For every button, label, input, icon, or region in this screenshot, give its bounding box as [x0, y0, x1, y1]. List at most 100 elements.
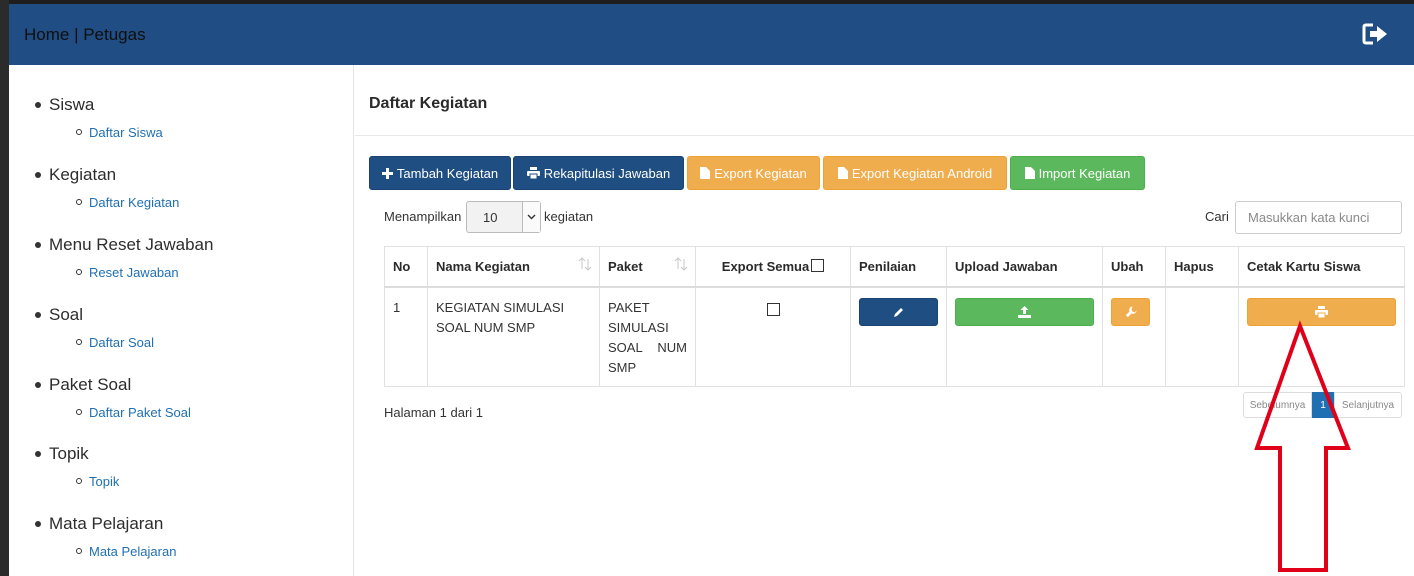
recap-answers-button[interactable]: Rekapitulasi Jawaban: [513, 156, 684, 190]
cell-cetak: [1238, 286, 1405, 387]
add-kegiatan-button[interactable]: Tambah Kegiatan: [369, 156, 511, 190]
column-header[interactable]: Nama Kegiatan: [427, 246, 600, 288]
sub-bullet: [76, 548, 82, 554]
bullet: [35, 521, 41, 527]
sidebar-group-reset-jawaban: Menu Reset Jawaban Reset Jawaban: [35, 234, 213, 280]
pencil-icon: [893, 307, 903, 317]
divider: [355, 135, 1414, 136]
file-icon: [700, 167, 711, 179]
sub-bullet: [76, 409, 82, 415]
main-content: Daftar Kegiatan Tambah Kegiatan Rekapitu…: [355, 65, 1414, 576]
sidebar-heading: Topik: [49, 444, 89, 463]
cell-penilaian: [850, 286, 947, 387]
sidebar-link-topik[interactable]: Topik: [89, 474, 119, 489]
bullet: [35, 382, 41, 388]
sub-bullet: [76, 269, 82, 275]
file-icon: [1024, 167, 1035, 179]
penilaian-button[interactable]: [859, 297, 938, 326]
pagination-page-1[interactable]: 1: [1312, 392, 1334, 418]
sidebar-group-topik: Topik Topik: [35, 443, 119, 489]
sign-out-icon[interactable]: [1362, 22, 1390, 46]
button-label: Tambah Kegiatan: [396, 165, 499, 181]
bullet: [35, 102, 41, 108]
cell-no: 1: [384, 286, 428, 387]
cell-export: [695, 286, 851, 387]
import-kegiatan-button[interactable]: Import Kegiatan: [1010, 156, 1145, 190]
search-label: Cari: [1205, 209, 1229, 224]
button-label: Export Kegiatan: [714, 165, 807, 181]
export-row-checkbox[interactable]: [766, 303, 780, 317]
breadcrumb[interactable]: Home | Petugas: [24, 25, 146, 45]
plus-icon: [381, 167, 393, 179]
window-frame-left: [0, 0, 9, 576]
column-header: Penilaian: [850, 246, 947, 288]
cell-upload: [946, 286, 1103, 387]
sidebar-link-reset-jawaban[interactable]: Reset Jawaban: [89, 265, 179, 280]
sort-icon: [578, 257, 592, 271]
column-header[interactable]: No: [384, 246, 428, 288]
cell-paket: PAKET SIMULASI SOAL NUM SMP: [599, 286, 696, 387]
export-kegiatan-button[interactable]: Export Kegiatan: [687, 156, 820, 190]
upload-icon: [1018, 305, 1031, 318]
sub-bullet: [76, 339, 82, 345]
page-length-value: 10: [483, 210, 498, 225]
sidebar-heading: Soal: [49, 305, 84, 324]
sidebar-group-paket-soal: Paket Soal Daftar Paket Soal: [35, 374, 191, 420]
column-header: Upload Jawaban: [946, 246, 1103, 288]
sidebar-heading: Mata Pelajaran: [49, 514, 164, 533]
table-row: 1 KEGIATAN SIMULASI SOAL NUM SMP PAKET S…: [384, 286, 1405, 387]
cell-hapus: [1165, 286, 1239, 387]
bullet: [35, 242, 41, 248]
pagination-info: Halaman 1 dari 1: [384, 405, 483, 420]
file-icon: [837, 167, 848, 179]
sub-bullet: [76, 478, 82, 484]
sidebar-heading: Kegiatan: [49, 165, 117, 184]
sidebar-heading: Menu Reset Jawaban: [49, 235, 214, 254]
sidebar-group-siswa: Siswa Daftar Siswa: [35, 94, 163, 140]
print-icon: [1315, 305, 1328, 318]
sidebar-group-kegiatan: Kegiatan Daftar Kegiatan: [35, 164, 179, 210]
export-kegiatan-android-button[interactable]: Export Kegiatan Android: [823, 156, 1007, 190]
sort-icon: [674, 257, 688, 271]
search-input[interactable]: [1235, 201, 1402, 234]
sidebar-link-daftar-kegiatan[interactable]: Daftar Kegiatan: [89, 195, 179, 210]
pagination: Sebelumnya 1 Selanjutnya: [1243, 392, 1402, 418]
column-header: Ubah: [1102, 246, 1166, 288]
button-label: Import Kegiatan: [1038, 165, 1131, 181]
pagination-next[interactable]: Selanjutnya: [1334, 392, 1402, 418]
sidebar-group-soal: Soal Daftar Soal: [35, 304, 154, 350]
pagination-prev[interactable]: Sebelumnya: [1243, 392, 1312, 418]
cell-nama-kegiatan: KEGIATAN SIMULASI SOAL NUM SMP: [427, 286, 600, 387]
column-header: Export Semua: [695, 246, 851, 288]
column-header: Cetak Kartu Siswa: [1238, 246, 1405, 288]
wrench-icon: [1125, 306, 1136, 317]
kegiatan-table: No Nama Kegiatan Paket Export Semua Peni…: [384, 246, 1405, 387]
page-length-label: Menampilkan: [384, 209, 462, 224]
sidebar: Siswa Daftar Siswa Kegiatan Daftar Kegia…: [9, 65, 354, 576]
sub-bullet: [76, 129, 82, 135]
chevron-down-icon: [522, 202, 540, 232]
bullet: [35, 312, 41, 318]
sidebar-heading: Siswa: [49, 95, 95, 114]
print-card-button[interactable]: [1247, 297, 1396, 326]
page-title: Daftar Kegiatan: [369, 95, 488, 112]
sidebar-heading: Paket Soal: [49, 375, 132, 394]
button-label: Rekapitulasi Jawaban: [543, 165, 671, 181]
upload-jawaban-button[interactable]: [955, 297, 1094, 326]
column-header[interactable]: Paket: [599, 246, 696, 288]
page-length-select[interactable]: 10: [466, 201, 541, 233]
button-label: Export Kegiatan Android: [851, 165, 993, 181]
sidebar-link-mata-pelajaran[interactable]: Mata Pelajaran: [89, 544, 176, 559]
sub-bullet: [76, 199, 82, 205]
print-icon: [526, 167, 540, 179]
column-header: Hapus: [1165, 246, 1239, 288]
top-navbar: Home | Petugas: [9, 4, 1414, 65]
sidebar-group-mata-pelajaran: Mata Pelajaran Mata Pelajaran: [35, 513, 176, 559]
table-header-row: No Nama Kegiatan Paket Export Semua Peni…: [384, 246, 1405, 288]
sidebar-link-daftar-siswa[interactable]: Daftar Siswa: [89, 125, 163, 140]
sidebar-link-daftar-paket-soal[interactable]: Daftar Paket Soal: [89, 405, 191, 420]
ubah-button[interactable]: [1111, 297, 1150, 326]
export-all-checkbox[interactable]: [811, 258, 825, 272]
page-body: Siswa Daftar Siswa Kegiatan Daftar Kegia…: [9, 65, 1414, 576]
sidebar-link-daftar-soal[interactable]: Daftar Soal: [89, 335, 154, 350]
